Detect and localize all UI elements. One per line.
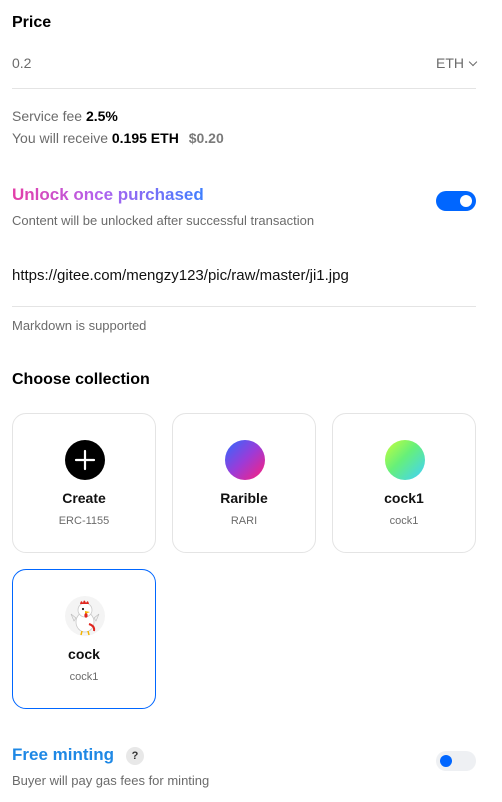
collection-card-cock1[interactable]: cock1 cock1 [332,413,476,553]
service-fee-value: 2.5% [85,108,118,124]
price-heading: Price [12,14,52,31]
help-icon[interactable]: ? [126,747,144,765]
collection-card-rarible[interactable]: Rarible RARI [172,413,316,553]
collection-name: cock [68,646,100,662]
collection-heading: Choose collection [12,371,150,388]
unlock-description: Content will be unlocked after successfu… [12,213,315,228]
collection-card-create[interactable]: Create ERC-1155 [12,413,156,553]
price-field[interactable]: 0.2 ETH [12,49,478,89]
collection-symbol: cock1 [69,671,99,683]
receive-label: You will receive [12,130,108,146]
toggle-knob [440,755,452,767]
receive-usd: $0.20 [188,130,224,146]
plus-icon [65,440,105,480]
collection-symbol: RARI [230,515,258,527]
green-gradient-avatar [385,440,425,480]
free-minting-title: Free minting [12,745,115,764]
service-fee: Service fee 2.5% [12,108,118,124]
currency-label: ETH [436,55,464,71]
collection-card-cock[interactable]: cock cock1 [12,569,156,709]
free-minting-description: Buyer will pay gas fees for minting [12,773,210,788]
unlockable-content-input[interactable]: https://gitee.com/mengzy123/pic/raw/mast… [12,250,476,307]
receive-amount: You will receive 0.195 ETH $0.20 [12,130,224,146]
free-minting-toggle[interactable] [436,751,476,771]
collection-symbol: cock1 [389,515,419,527]
currency-select[interactable]: ETH [436,55,478,71]
rooster-avatar [65,596,105,636]
unlock-title: Unlock once purchased [12,185,204,204]
markdown-hint: Markdown is supported [12,318,147,333]
collection-symbol: ERC-1155 [58,515,110,527]
collection-name: cock1 [384,490,424,506]
toggle-knob [460,195,472,207]
rarible-avatar [225,440,265,480]
collection-name: Create [62,490,106,506]
unlockable-content-value[interactable]: https://gitee.com/mengzy123/pic/raw/mast… [12,267,349,284]
service-fee-label: Service fee [12,108,83,124]
collection-name: Rarible [220,490,268,506]
unlock-toggle[interactable] [436,191,476,211]
price-input[interactable]: 0.2 [12,55,31,71]
receive-eth: 0.195 ETH [111,130,179,146]
chevron-down-icon [468,57,478,66]
